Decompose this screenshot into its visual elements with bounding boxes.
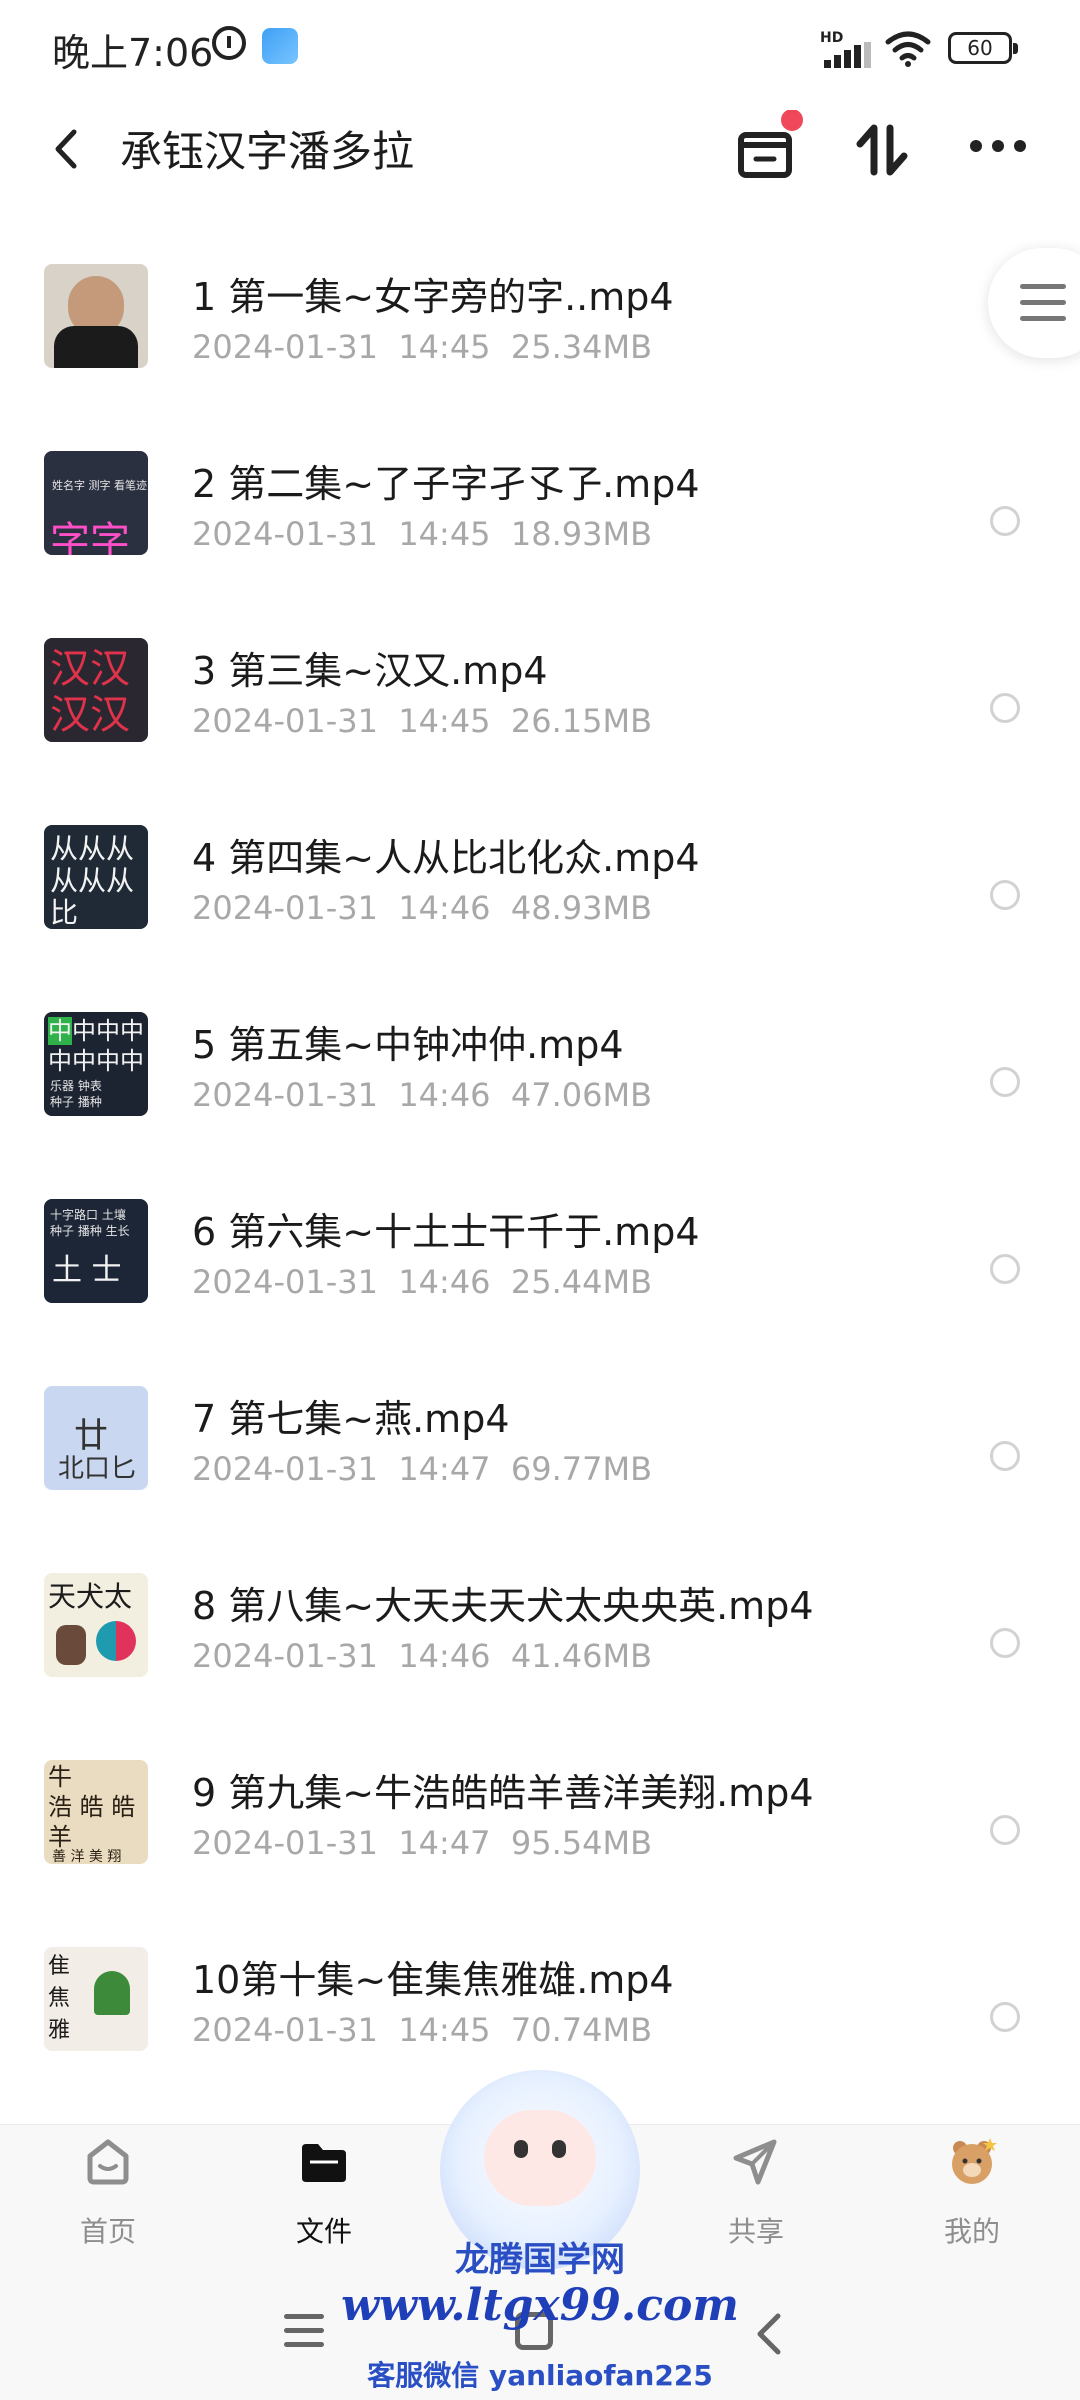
select-radio[interactable] bbox=[990, 1815, 1020, 1845]
video-thumbnail bbox=[44, 264, 148, 368]
more-dots-icon bbox=[970, 140, 1026, 152]
select-radio[interactable] bbox=[990, 880, 1020, 910]
status-time: 晚上7:06 bbox=[52, 31, 214, 75]
file-meta: 2024-01-31 14:45 18.93MB bbox=[192, 515, 653, 553]
status-bar: 晚上7:06 HD 60 bbox=[0, 0, 1080, 100]
video-thumbnail: 牛浩 皓 皓羊 善 洋 美 翔 bbox=[44, 1760, 148, 1864]
file-row[interactable]: 天犬太 8 第八集~大天夫天犬太央央英.mp4 2024-01-31 14:46… bbox=[0, 1549, 1080, 1736]
file-name: 7 第七集~燕.mp4 bbox=[192, 1397, 510, 1441]
profile-icon bbox=[952, 2138, 997, 2184]
notification-dot bbox=[781, 109, 803, 131]
video-thumbnail: 姓名字 测字 看笔迹 字字 bbox=[44, 451, 148, 555]
select-radio[interactable] bbox=[990, 693, 1020, 723]
file-name: 6 第六集~十土士干千于.mp4 bbox=[192, 1210, 700, 1254]
mascot-face bbox=[484, 2110, 596, 2206]
file-name: 9 第九集~牛浩皓皓羊善洋美翔.mp4 bbox=[192, 1771, 814, 1815]
video-thumbnail: 十字路口 土壤 种子 播种 生长 土 士 bbox=[44, 1199, 148, 1303]
file-name: 2 第二集~了子字孑孓孒.mp4 bbox=[192, 462, 700, 506]
video-thumbnail: 汉汉 汉汉 bbox=[44, 638, 148, 742]
folder-icon bbox=[302, 2144, 346, 2182]
video-thumbnail: 从从从 从从从比 bbox=[44, 825, 148, 929]
file-name: 4 第四集~人从比北化众.mp4 bbox=[192, 836, 700, 880]
battery-indicator: 60 bbox=[948, 32, 1018, 64]
video-thumbnail: 天犬太 bbox=[44, 1573, 148, 1677]
video-thumbnail: 隹焦雅 bbox=[44, 1947, 148, 2051]
select-radio[interactable] bbox=[990, 1067, 1020, 1097]
file-meta: 2024-01-31 14:46 48.93MB bbox=[192, 889, 653, 927]
mascot-eye bbox=[514, 2140, 528, 2158]
file-meta: 2024-01-31 14:45 70.74MB bbox=[192, 2011, 653, 2049]
file-row[interactable]: 汉汉 汉汉 3 第三集~汉又.mp4 2024-01-31 14:45 26.15… bbox=[0, 614, 1080, 801]
file-row[interactable]: 从从从 从从从比 4 第四集~人从比北化众.mp4 2024-01-31 14:4… bbox=[0, 801, 1080, 988]
file-meta: 2024-01-31 14:47 69.77MB bbox=[192, 1450, 653, 1488]
select-radio[interactable] bbox=[990, 2002, 1020, 2032]
back-arrow-icon[interactable] bbox=[46, 124, 86, 174]
file-row[interactable]: 姓名字 测字 看笔迹 字字 2 第二集~了子字孑孓孒.mp4 2024-01-3… bbox=[0, 427, 1080, 614]
select-radio[interactable] bbox=[990, 506, 1020, 536]
file-meta: 2024-01-31 14:45 26.15MB bbox=[192, 702, 653, 740]
file-name: 8 第八集~大天夫天犬太央央英.mp4 bbox=[192, 1584, 814, 1628]
sort-icon bbox=[856, 124, 908, 176]
weather-app-icon bbox=[262, 28, 298, 64]
video-thumbnail: 廿 北口匕 bbox=[44, 1386, 148, 1490]
file-row[interactable]: 1 第一集~女字旁的字..mp4 2024-01-31 14:45 25.34M… bbox=[0, 240, 1080, 427]
file-meta: 2024-01-31 14:45 25.34MB bbox=[192, 328, 653, 366]
file-row[interactable]: 廿 北口匕 7 第七集~燕.mp4 2024-01-31 14:47 69.77… bbox=[0, 1362, 1080, 1549]
file-name: 3 第三集~汉又.mp4 bbox=[192, 649, 548, 693]
file-meta: 2024-01-31 14:46 47.06MB bbox=[192, 1076, 653, 1114]
select-radio[interactable] bbox=[990, 1254, 1020, 1284]
more-options-button[interactable] bbox=[958, 110, 1038, 190]
wifi-icon bbox=[885, 31, 931, 67]
select-radio[interactable] bbox=[990, 1441, 1020, 1471]
file-name: 1 第一集~女字旁的字..mp4 bbox=[192, 275, 674, 319]
file-row[interactable]: 中中中中 中中中中 乐器 钟表 种子 播种 5 第五集~中钟冲仲.mp4 2024-… bbox=[0, 988, 1080, 1175]
file-row[interactable]: 十字路口 土壤 种子 播种 生长 土 士 6 第六集~十土士干千于.mp4 202… bbox=[0, 1175, 1080, 1362]
watermark-title: 龙腾国学网 bbox=[455, 2240, 625, 2280]
mascot-eye bbox=[552, 2140, 566, 2158]
share-icon bbox=[733, 2139, 777, 2185]
select-radio[interactable] bbox=[990, 1628, 1020, 1658]
page-title: 承钰汉字潘多拉 bbox=[120, 127, 415, 176]
file-meta: 2024-01-31 14:46 41.46MB bbox=[192, 1637, 653, 1675]
file-meta: 2024-01-31 14:46 25.44MB bbox=[192, 1263, 653, 1301]
transfer-button[interactable] bbox=[726, 109, 806, 190]
video-thumbnail: 中中中中 中中中中 乐器 钟表 种子 播种 bbox=[44, 1012, 148, 1116]
file-row[interactable]: 牛浩 皓 皓羊 善 洋 美 翔 9 第九集~牛浩皓皓羊善洋美翔.mp4 2024… bbox=[0, 1736, 1080, 1923]
watermark-url: www.ltgx99.com bbox=[341, 2280, 739, 2331]
watermark-wechat: 客服微信 yanliaofan225 bbox=[367, 2359, 713, 2392]
home-icon bbox=[87, 2139, 129, 2185]
file-meta: 2024-01-31 14:47 95.54MB bbox=[192, 1824, 653, 1862]
file-name: 10第十集~隹集焦雅雄.mp4 bbox=[192, 1958, 674, 2002]
file-name: 5 第五集~中钟冲仲.mp4 bbox=[192, 1023, 624, 1067]
sort-button[interactable] bbox=[842, 110, 922, 190]
signal-icon bbox=[824, 42, 872, 68]
transfer-box-icon bbox=[738, 109, 803, 178]
alarm-icon bbox=[212, 26, 246, 60]
